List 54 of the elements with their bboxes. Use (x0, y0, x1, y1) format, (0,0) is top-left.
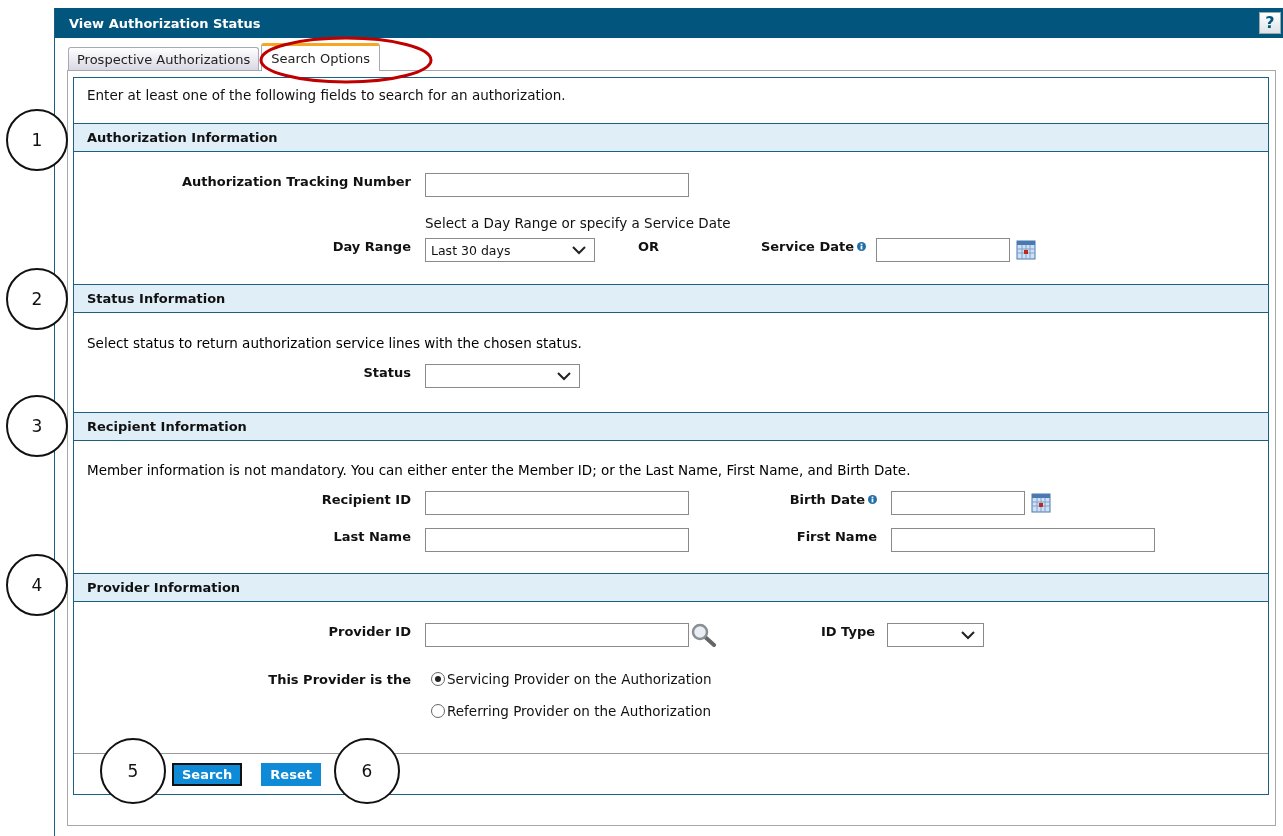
text-field[interactable] (425, 491, 689, 515)
field-label: ID Type (820, 624, 875, 639)
dropdown[interactable] (425, 364, 580, 388)
info-icon (857, 242, 867, 251)
radio-label: Servicing Provider on the Authorization (447, 671, 712, 687)
callout-number: 2 (6, 268, 68, 330)
field-label: This Provider is the (267, 671, 411, 687)
date-field[interactable] (876, 238, 1011, 262)
callout-number: 4 (6, 554, 68, 616)
text-field[interactable] (425, 173, 689, 197)
instruction-text: Enter at least one of the following fields to search for an authorization. (86, 86, 567, 105)
chevron-icon (961, 630, 975, 640)
chevron-icon (557, 371, 571, 381)
section-header: Authorization Information (74, 123, 1268, 152)
field-label: Provider ID (327, 623, 411, 639)
field-label: Birth Date (789, 492, 865, 507)
section-header: Provider Information (74, 573, 1268, 602)
field-label: Authorization Tracking Number (180, 173, 411, 189)
or-text: OR (638, 238, 660, 254)
text-field[interactable] (891, 528, 1155, 552)
tab[interactable]: Prospective Authorizations (68, 47, 260, 70)
tab[interactable]: Search Options (261, 43, 381, 71)
dropdown[interactable]: Last 30 days (425, 238, 595, 262)
search-icon[interactable] (691, 623, 717, 647)
date-field[interactable] (891, 491, 1025, 515)
field-label: Last Name (332, 528, 411, 544)
help-button[interactable]: ? (1259, 12, 1281, 34)
dropdown[interactable] (887, 623, 984, 647)
radio-label: Referring Provider on the Authorization (447, 703, 711, 719)
callout-number: 6 (334, 738, 400, 804)
section-header: Status Information (74, 284, 1268, 313)
info-icon (868, 495, 877, 504)
button[interactable]: Reset (261, 762, 321, 786)
hint-text: Select a Day Range or specify a Service Date (425, 215, 731, 231)
field-label: Status (362, 364, 411, 380)
chevron-icon (572, 245, 586, 255)
section-note: Member information is not mandatory. You can either enter the Member ID; or the Last Name, First Name, and Birth Date. (86, 462, 912, 478)
radio-button[interactable] (431, 704, 445, 718)
calendar-icon[interactable] (1016, 240, 1037, 260)
field-label: Day Range (331, 238, 411, 254)
button[interactable]: Search (172, 762, 243, 786)
field-label: Recipient ID (320, 491, 411, 507)
callout-number: 1 (6, 109, 68, 171)
field-label: First Name (796, 529, 877, 544)
callout-number: 5 (100, 738, 166, 804)
calendar-icon[interactable] (1031, 493, 1051, 513)
section-note: Select status to return authorization service lines with the chosen status. (86, 335, 583, 351)
field-label: Service Date (760, 239, 855, 254)
text-field[interactable] (425, 623, 689, 647)
section-header: Recipient Information (74, 412, 1268, 441)
window-title: View Authorization Status (69, 15, 261, 31)
text-field[interactable] (425, 528, 689, 552)
radio-button[interactable] (431, 672, 445, 686)
callout-number: 3 (6, 395, 68, 457)
